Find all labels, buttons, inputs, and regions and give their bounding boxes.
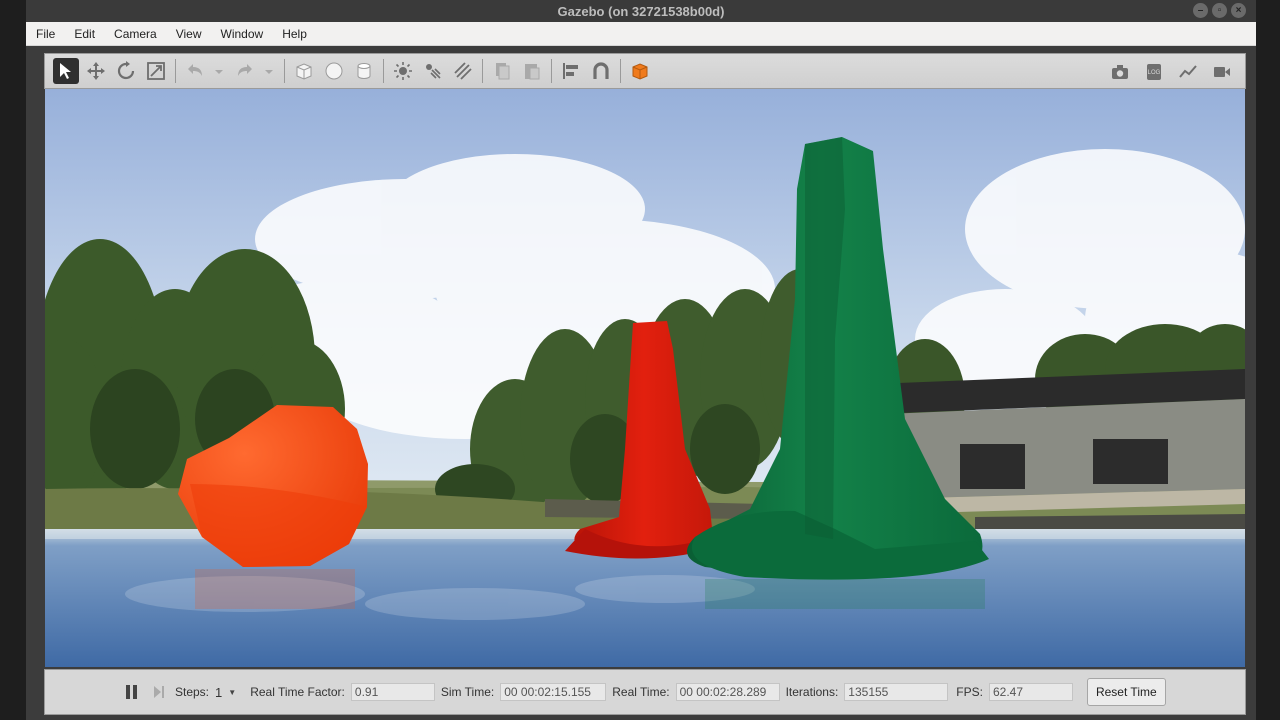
- menu-camera[interactable]: Camera: [114, 27, 166, 41]
- step-icon[interactable]: [151, 684, 167, 700]
- sim-time-label: Sim Time:: [440, 685, 495, 699]
- steps-chevron-down-icon[interactable]: ▼: [228, 688, 236, 697]
- paste-icon[interactable]: [519, 58, 545, 84]
- toolbar-separator: [284, 59, 285, 83]
- title-bar: Gazebo (on 32721538b00d) – ▫ ×: [26, 0, 1256, 22]
- align-icon[interactable]: [558, 58, 584, 84]
- window-title: Gazebo (on 32721538b00d): [557, 3, 725, 19]
- maximize-icon[interactable]: ▫: [1212, 3, 1227, 18]
- scale-icon[interactable]: [143, 58, 169, 84]
- toolbar-separator: [175, 59, 176, 83]
- fps-field: 62.47: [988, 683, 1073, 701]
- toolbar-separator: [383, 59, 384, 83]
- box-icon[interactable]: [291, 58, 317, 84]
- menu-help[interactable]: Help: [282, 27, 316, 41]
- redo-history-chevron-icon[interactable]: [262, 58, 276, 84]
- menu-bar: File Edit Camera View Window Help: [26, 22, 1256, 46]
- close-icon[interactable]: ×: [1231, 3, 1246, 18]
- 3d-viewport[interactable]: [45, 89, 1245, 667]
- view-angle-icon[interactable]: [627, 58, 653, 84]
- log-icon[interactable]: LOG: [1141, 59, 1167, 85]
- real-time-field: 00 00:02:28.289: [675, 683, 780, 701]
- sim-time-field: 00 00:02:15.155: [500, 683, 607, 701]
- toolbar-separator: [482, 59, 483, 83]
- real-time-factor-label: Real Time Factor:: [250, 685, 345, 699]
- rotate-icon[interactable]: [113, 58, 139, 84]
- undo-icon[interactable]: [182, 58, 208, 84]
- toolbar-separator: [620, 59, 621, 83]
- point-light-icon[interactable]: [390, 58, 416, 84]
- fps-label: FPS:: [956, 685, 983, 699]
- menu-edit[interactable]: Edit: [74, 27, 104, 41]
- menu-window[interactable]: Window: [221, 27, 273, 41]
- toolbar-separator: [551, 59, 552, 83]
- gazebo-window: Gazebo (on 32721538b00d) – ▫ × File Edit…: [26, 0, 1256, 720]
- minimize-icon[interactable]: –: [1193, 3, 1208, 18]
- toolbar: LOG: [44, 53, 1246, 89]
- video-record-icon[interactable]: [1209, 59, 1235, 85]
- redo-icon[interactable]: [232, 58, 258, 84]
- menu-view[interactable]: View: [176, 27, 211, 41]
- scene-render: [45, 89, 1245, 667]
- plot-icon[interactable]: [1175, 59, 1201, 85]
- main-pane: LOG Steps: 1 ▼ Real Time Factor: 0.91 Si…: [44, 53, 1246, 715]
- iterations-label: Iterations:: [785, 685, 839, 699]
- reset-time-button[interactable]: Reset Time: [1086, 678, 1166, 706]
- screenshot-icon[interactable]: [1107, 59, 1133, 85]
- spot-light-icon[interactable]: [420, 58, 446, 84]
- steps-value[interactable]: 1: [215, 685, 222, 700]
- menu-file[interactable]: File: [36, 27, 64, 41]
- translate-icon[interactable]: [83, 58, 109, 84]
- real-time-label: Real Time:: [612, 685, 670, 699]
- steps-label: Steps:: [175, 685, 210, 699]
- real-time-factor-field: 0.91: [350, 683, 435, 701]
- toolbar-right-group: LOG: [1107, 59, 1239, 85]
- copy-icon[interactable]: [489, 58, 515, 84]
- status-bar: Steps: 1 ▼ Real Time Factor: 0.91 Sim Ti…: [44, 669, 1246, 715]
- directional-light-icon[interactable]: [450, 58, 476, 84]
- cylinder-icon[interactable]: [351, 58, 377, 84]
- snap-icon[interactable]: [588, 58, 614, 84]
- pause-icon[interactable]: [123, 684, 139, 700]
- undo-history-chevron-icon[interactable]: [212, 58, 226, 84]
- iterations-field: 135155: [844, 683, 949, 701]
- svg-text:LOG: LOG: [1148, 70, 1161, 76]
- select-arrow-icon[interactable]: [53, 58, 79, 84]
- sphere-icon[interactable]: [321, 58, 347, 84]
- window-controls: – ▫ ×: [1193, 3, 1246, 18]
